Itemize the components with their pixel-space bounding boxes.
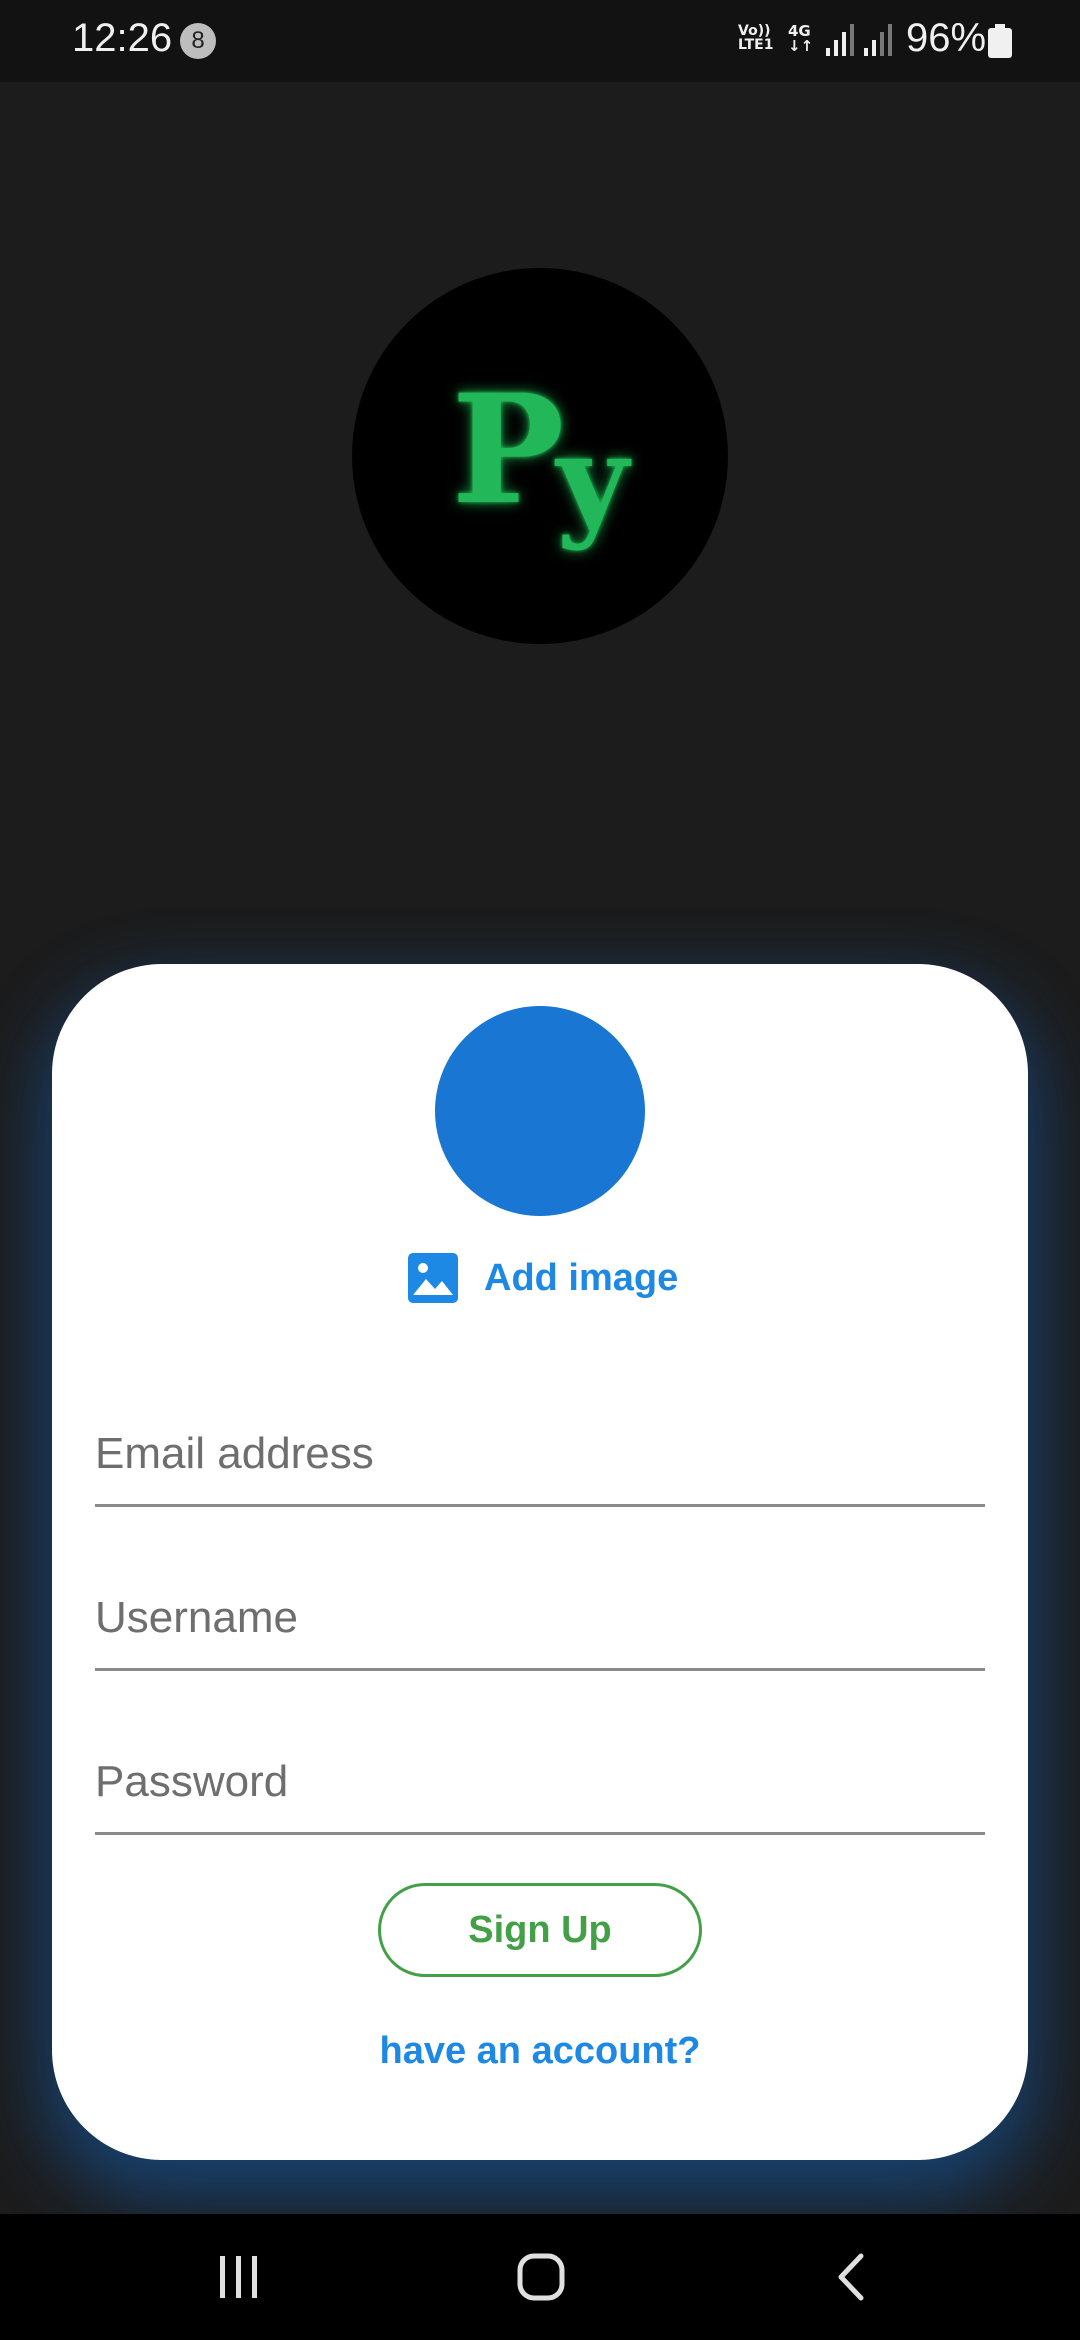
profile-avatar[interactable] — [435, 1006, 645, 1216]
add-image-button[interactable]: Add image — [408, 1248, 678, 1308]
navigation-bar — [0, 2214, 1080, 2340]
app-logo: P y — [352, 268, 728, 644]
home-icon[interactable] — [516, 2252, 566, 2302]
clock: 12:26 — [72, 16, 173, 60]
username-input[interactable] — [95, 1568, 985, 1668]
recents-icon[interactable] — [214, 2252, 264, 2302]
signal-strength-icon — [826, 24, 854, 56]
network-type-indicator: 4G ↓↑ — [788, 24, 813, 54]
signup-card: Add image Sign Up have an account? — [52, 964, 1028, 2160]
signal-strength-icon-sim2 — [864, 24, 892, 56]
volte-top-label: Vo)) — [738, 23, 771, 39]
logo-text: P y — [352, 268, 728, 644]
username-field — [95, 1568, 985, 1671]
sign-up-button[interactable]: Sign Up — [378, 1883, 702, 1977]
data-arrows-icon: ↓↑ — [788, 37, 814, 55]
image-icon — [408, 1253, 458, 1303]
volte-indicator: Vo)) LTE1 — [738, 24, 773, 52]
status-bar: 12:26 8 Vo)) LTE1 4G ↓↑ 96% — [0, 0, 1080, 82]
back-icon[interactable] — [828, 2252, 878, 2302]
email-field — [95, 1404, 985, 1507]
email-input[interactable] — [95, 1404, 985, 1504]
logo-letter-p: P — [451, 362, 565, 538]
have-account-link[interactable]: have an account? — [52, 2030, 1028, 2073]
battery-icon — [988, 24, 1012, 58]
battery-percent: 96% — [906, 16, 987, 60]
volte-bottom-label: LTE1 — [738, 37, 774, 53]
password-field — [95, 1732, 985, 1835]
logo-letter-y: y — [556, 407, 629, 553]
password-input[interactable] — [95, 1732, 985, 1832]
add-image-label: Add image — [484, 1256, 679, 1299]
notification-count-badge: 8 — [180, 23, 216, 59]
